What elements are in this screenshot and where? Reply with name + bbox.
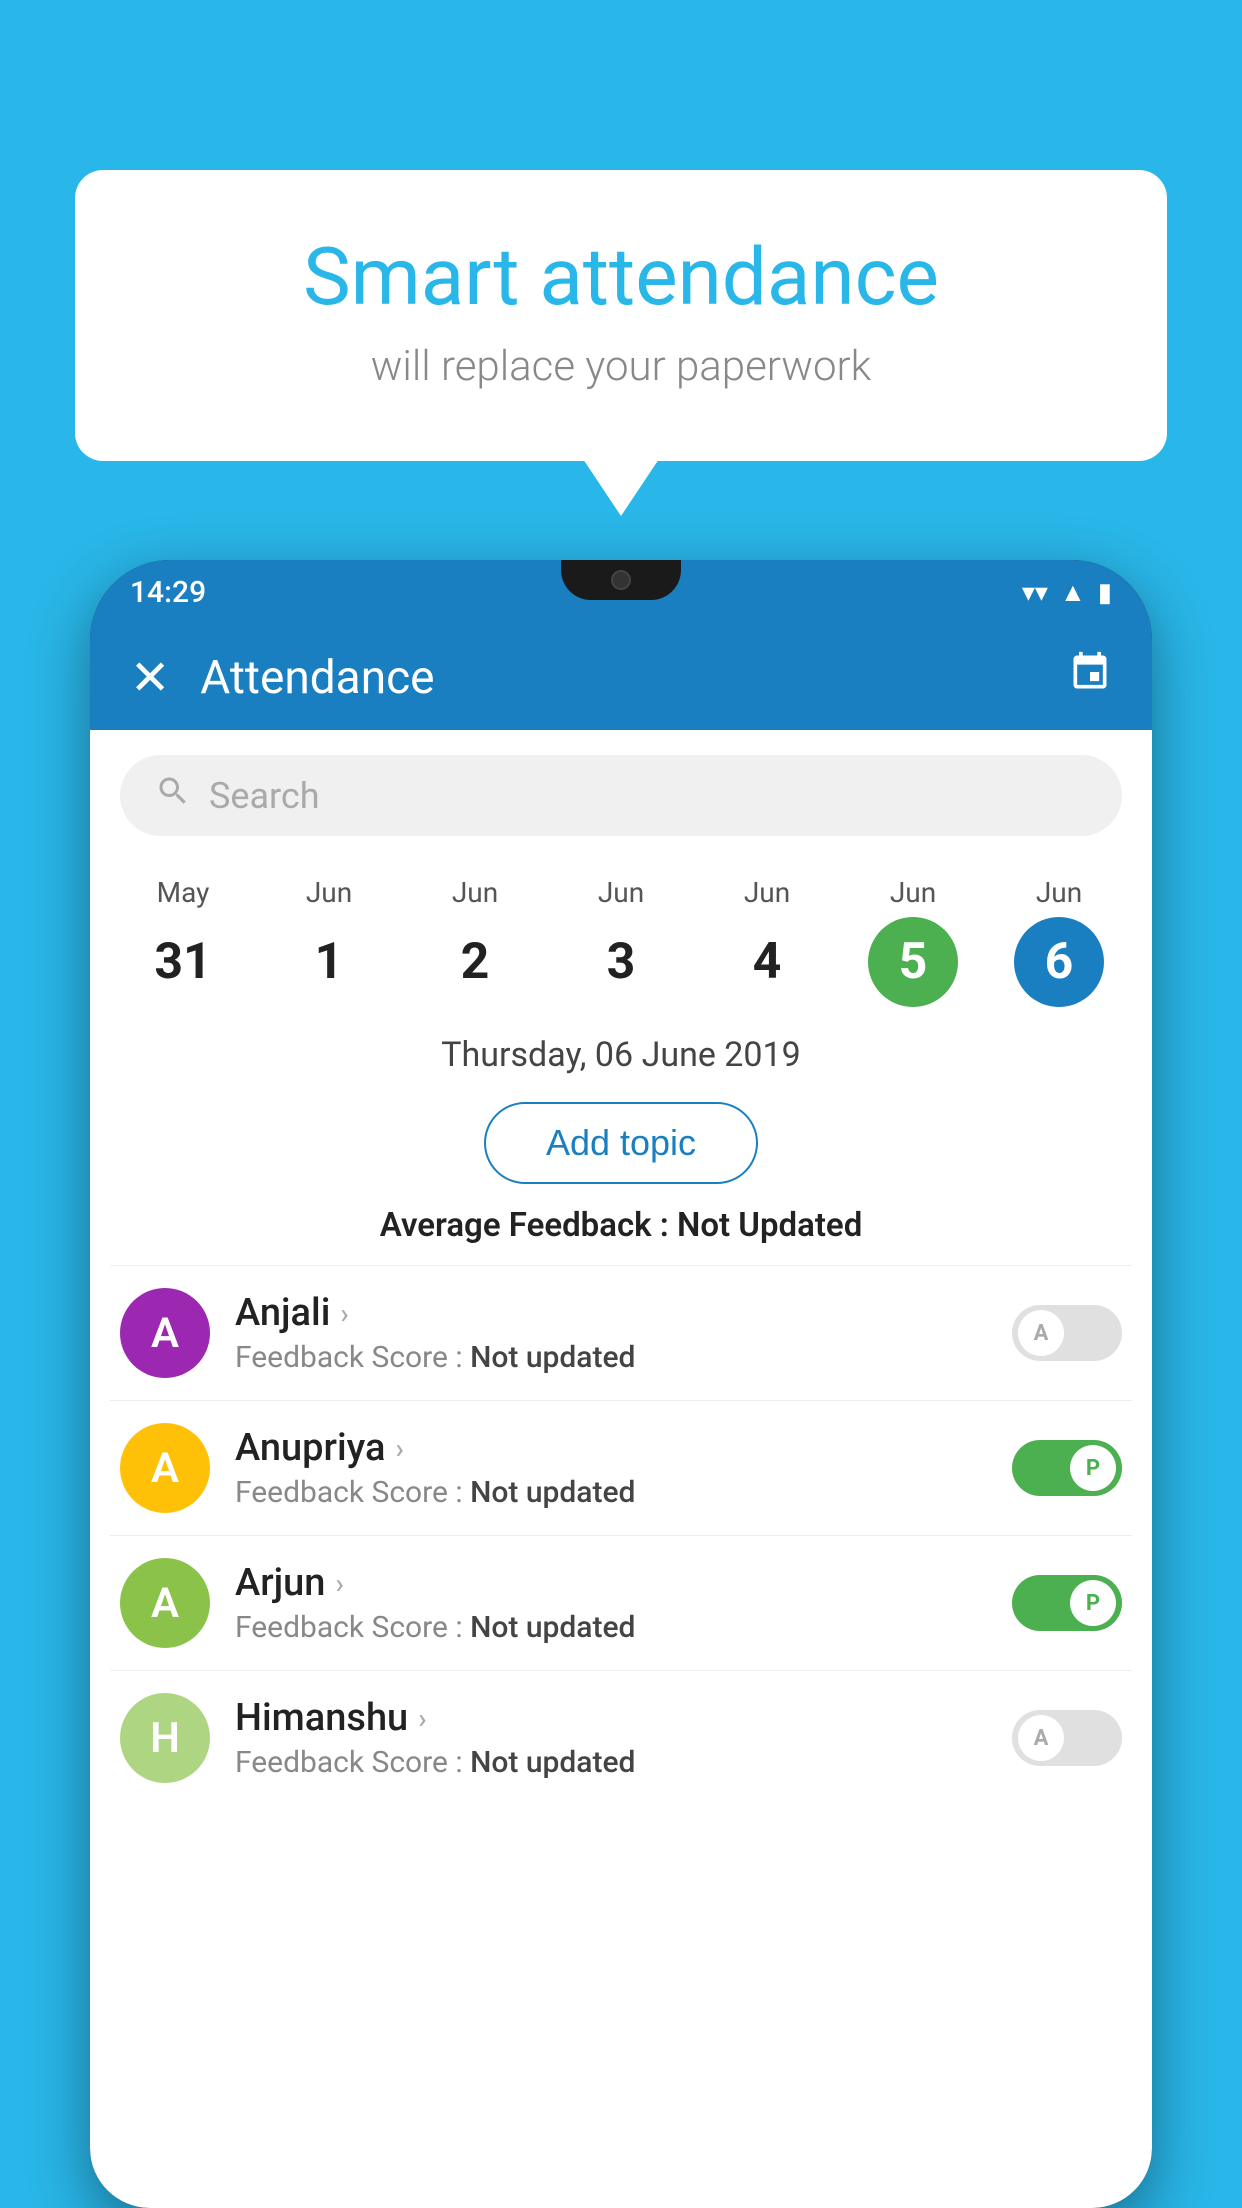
- app-header: ✕ Attendance: [90, 625, 1152, 730]
- month-label: Jun: [452, 876, 498, 909]
- search-bar[interactable]: Search: [120, 755, 1122, 836]
- month-label: Jun: [306, 876, 352, 909]
- date-item[interactable]: Jun 3: [576, 876, 666, 1007]
- date-item[interactable]: May 31: [138, 876, 228, 1007]
- attendance-toggle[interactable]: P: [1012, 1440, 1122, 1496]
- wifi-icon: ▾▾: [1022, 578, 1048, 608]
- add-topic-button[interactable]: Add topic: [484, 1102, 758, 1184]
- speech-bubble-wrapper: Smart attendance will replace your paper…: [75, 170, 1167, 461]
- month-label: May: [157, 876, 210, 909]
- student-info: Himanshu › Feedback Score : Not updated: [235, 1696, 987, 1780]
- month-label: Jun: [598, 876, 644, 909]
- student-name: Anjali ›: [235, 1291, 987, 1335]
- day-number[interactable]: 6: [1014, 917, 1104, 1007]
- camera-dot: [611, 570, 631, 590]
- search-placeholder: Search: [209, 775, 320, 817]
- student-info: Anupriya › Feedback Score : Not updated: [235, 1426, 987, 1510]
- toggle-knob: P: [1070, 1580, 1116, 1626]
- close-button[interactable]: ✕: [130, 649, 170, 706]
- student-row[interactable]: H Himanshu › Feedback Score : Not updated A: [90, 1671, 1152, 1805]
- day-number[interactable]: 1: [284, 917, 374, 1007]
- notch: [561, 560, 681, 600]
- date-item[interactable]: Jun 2: [430, 876, 520, 1007]
- month-label: Jun: [1036, 876, 1082, 909]
- day-number[interactable]: 3: [576, 917, 666, 1007]
- toggle-knob: A: [1018, 1310, 1064, 1356]
- phone-inner: 14:29 ▾▾ ▲ ▮ ✕ Attendance: [90, 560, 1152, 2208]
- toggle-knob: A: [1018, 1715, 1064, 1761]
- status-time: 14:29: [130, 575, 206, 610]
- student-name: Anupriya ›: [235, 1426, 987, 1470]
- student-list: AAnjali ›Feedback Score : Not updatedAAA…: [90, 1266, 1152, 1805]
- month-label: Jun: [744, 876, 790, 909]
- student-name: Arjun ›: [235, 1561, 987, 1605]
- battery-icon: ▮: [1098, 578, 1112, 608]
- student-avatar: A: [120, 1558, 210, 1648]
- date-item[interactable]: Jun 6: [1014, 876, 1104, 1007]
- attendance-toggle[interactable]: A: [1012, 1305, 1122, 1361]
- student-avatar: H: [120, 1693, 210, 1783]
- day-number[interactable]: 31: [138, 917, 228, 1007]
- speech-bubble: Smart attendance will replace your paper…: [75, 170, 1167, 461]
- student-row[interactable]: A Anupriya › Feedback Score : Not updated P: [90, 1401, 1152, 1535]
- avg-feedback: Average Feedback : Not Updated: [90, 1206, 1152, 1245]
- chevron-icon: ›: [395, 1432, 403, 1465]
- date-row: May 31 Jun 1 Jun 2 Jun 3 Jun 4 Jun 5 Jun 6: [90, 861, 1152, 1017]
- chevron-icon: ›: [340, 1297, 348, 1330]
- attendance-toggle[interactable]: A: [1012, 1710, 1122, 1766]
- day-number[interactable]: 2: [430, 917, 520, 1007]
- signal-icon: ▲: [1060, 577, 1086, 608]
- student-feedback-score: Feedback Score : Not updated: [235, 1610, 987, 1645]
- selected-date-info: Thursday, 06 June 2019: [90, 1017, 1152, 1080]
- search-icon: [155, 773, 191, 818]
- student-info: Anjali › Feedback Score : Not updated: [235, 1291, 987, 1375]
- app-content: Search May 31 Jun 1 Jun 2 Jun 3 Jun 4 Jun 5 Jun 6 Thu…: [90, 730, 1152, 2208]
- calendar-icon[interactable]: [1068, 650, 1112, 705]
- day-number[interactable]: 4: [722, 917, 812, 1007]
- status-bar: 14:29 ▾▾ ▲ ▮: [90, 560, 1152, 625]
- student-name: Himanshu ›: [235, 1696, 987, 1740]
- attendance-toggle[interactable]: P: [1012, 1575, 1122, 1631]
- status-icons: ▾▾ ▲ ▮: [1022, 577, 1112, 608]
- student-row[interactable]: A Arjun › Feedback Score : Not updated P: [90, 1536, 1152, 1670]
- date-item[interactable]: Jun 5: [868, 876, 958, 1007]
- avg-feedback-value: Not Updated: [677, 1206, 862, 1245]
- avg-feedback-label: Average Feedback :: [380, 1206, 677, 1245]
- bubble-subtitle: will replace your paperwork: [155, 342, 1087, 391]
- phone-frame: 14:29 ▾▾ ▲ ▮ ✕ Attendance: [90, 560, 1152, 2208]
- date-item[interactable]: Jun 1: [284, 876, 374, 1007]
- student-info: Arjun › Feedback Score : Not updated: [235, 1561, 987, 1645]
- header-left: ✕ Attendance: [130, 649, 435, 706]
- date-item[interactable]: Jun 4: [722, 876, 812, 1007]
- bubble-title: Smart attendance: [155, 230, 1087, 324]
- student-avatar: A: [120, 1288, 210, 1378]
- month-label: Jun: [890, 876, 936, 909]
- student-feedback-score: Feedback Score : Not updated: [235, 1745, 987, 1780]
- student-feedback-score: Feedback Score : Not updated: [235, 1475, 987, 1510]
- chevron-icon: ›: [418, 1702, 426, 1735]
- chevron-icon: ›: [335, 1567, 343, 1600]
- student-avatar: A: [120, 1423, 210, 1513]
- day-number[interactable]: 5: [868, 917, 958, 1007]
- toggle-knob: P: [1070, 1445, 1116, 1491]
- header-title: Attendance: [200, 651, 434, 705]
- student-row[interactable]: A Anjali › Feedback Score : Not updated A: [90, 1266, 1152, 1400]
- student-feedback-score: Feedback Score : Not updated: [235, 1340, 987, 1375]
